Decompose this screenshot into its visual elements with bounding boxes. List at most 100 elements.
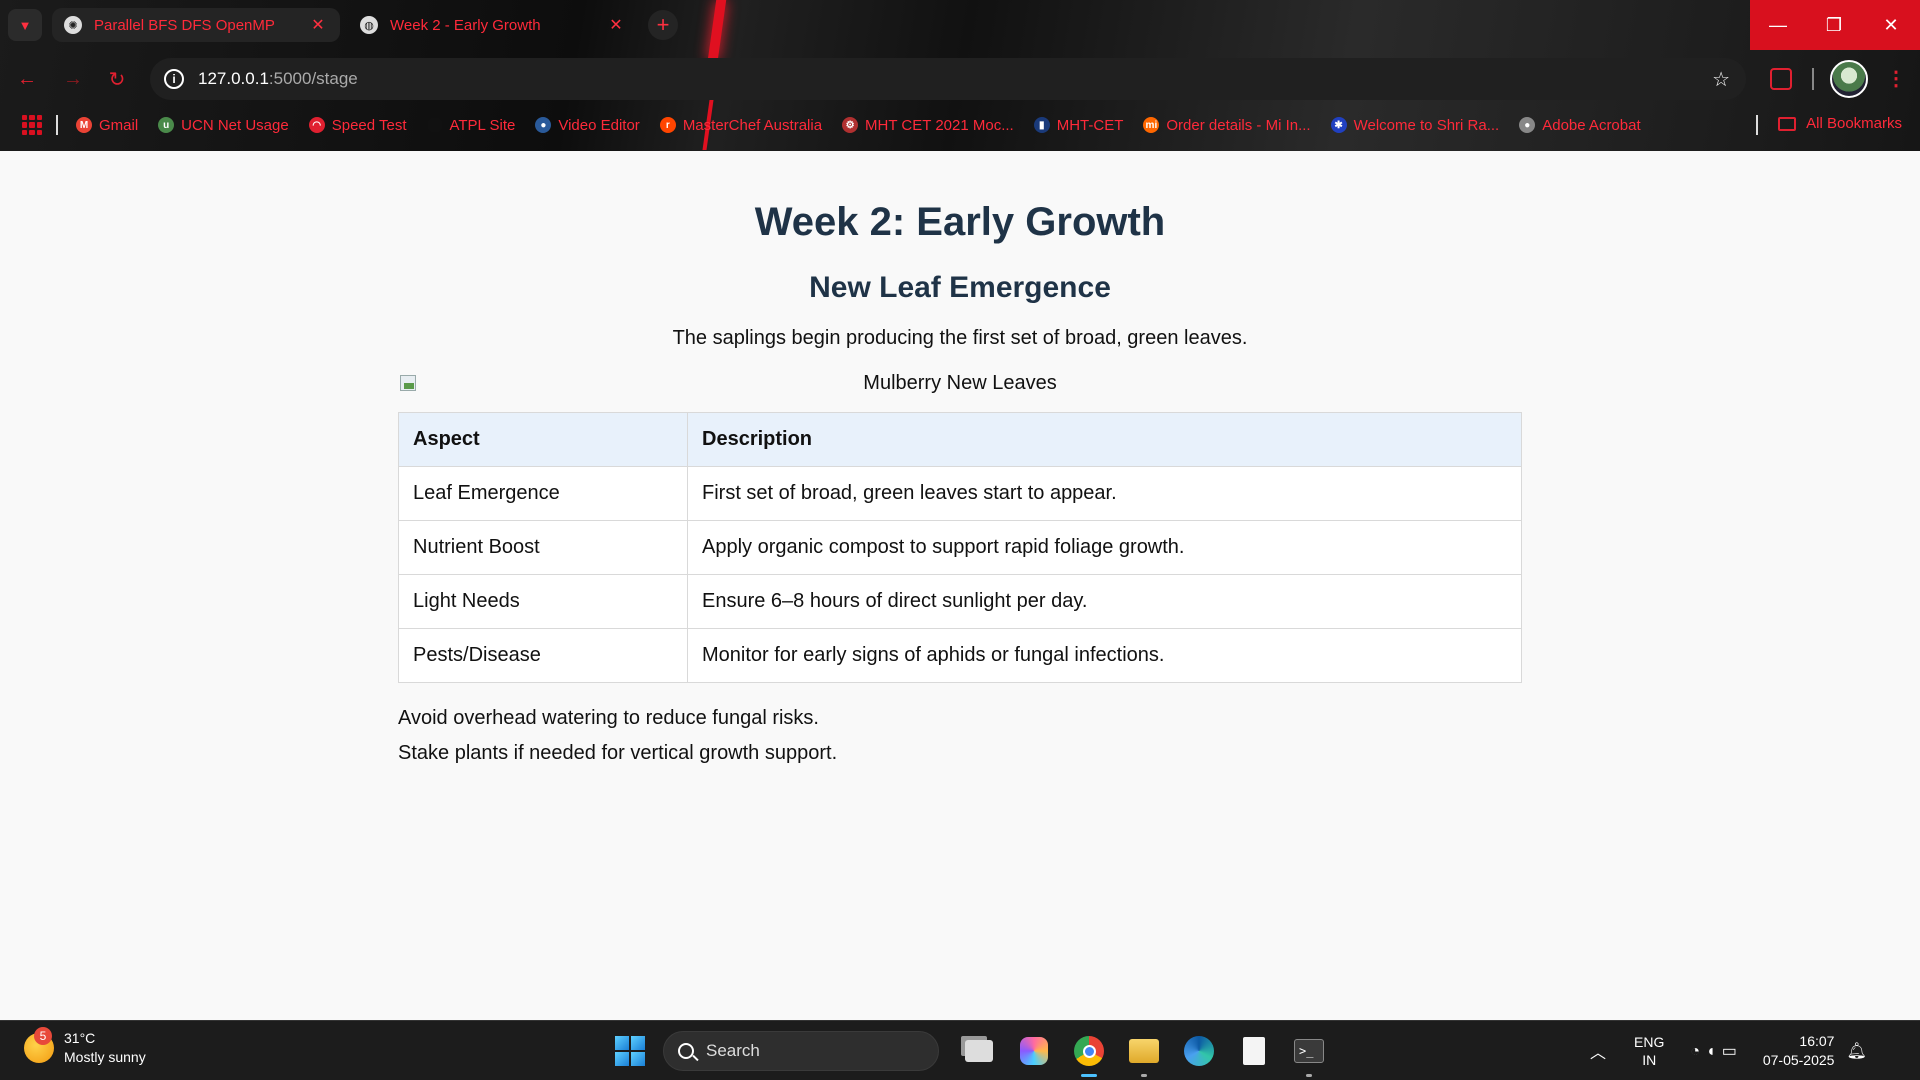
windows-taskbar: 5 31°C Mostly sunny Search >_ ︿ ENG IN ◔… — [0, 1020, 1920, 1080]
forward-button[interactable]: → — [58, 64, 88, 94]
url-path: :5000/stage — [268, 69, 358, 88]
bookmark-label: MasterChef Australia — [682, 116, 823, 134]
description-cell: Monitor for early signs of aphids or fun… — [687, 628, 1522, 683]
table-row: Light Needs Ensure 6–8 hours of direct s… — [398, 574, 1522, 629]
task-view-button[interactable] — [957, 1029, 1001, 1073]
chrome-icon — [1074, 1036, 1104, 1066]
terminal-button[interactable]: >_ — [1287, 1029, 1331, 1077]
restore-button[interactable]: ❐ — [1806, 0, 1862, 50]
bookmark-item[interactable]: mi Order details - Mi In... — [1143, 117, 1311, 134]
bookmark-item[interactable]: ⚙ MHT CET 2021 Moc... — [842, 117, 1014, 134]
divider — [1812, 68, 1814, 90]
extensions-icon[interactable] — [1770, 68, 1792, 90]
table-row: Pests/Disease Monitor for early signs of… — [398, 628, 1522, 683]
notification-badge: 5 — [34, 1027, 52, 1045]
bookmark-label: MHT CET 2021 Moc... — [865, 116, 1014, 134]
reload-icon: ↻ — [108, 68, 126, 91]
bookmark-item[interactable]: ✱ Welcome to Shri Ra... — [1330, 117, 1499, 134]
bookmark-item[interactable]: u UCN Net Usage — [158, 117, 289, 134]
bookmark-item[interactable]: r MasterChef Australia — [659, 116, 823, 134]
address-bar[interactable]: i 127.0.0.1:5000/stage ☆ — [150, 58, 1746, 100]
tab-search-button[interactable]: ▼ — [8, 9, 42, 41]
taskbar-apps: Search >_ — [608, 1029, 1342, 1077]
image-alt-text: Mulberry New Leaves — [863, 372, 1057, 394]
tab-title: Week 2 - Early Growth — [390, 16, 541, 34]
bookmark-list: M Gmail u UCN Net Usage ◠ Speed Test ATPL Site… — [76, 117, 1661, 134]
tab-close-icon[interactable]: ✕ — [606, 15, 626, 35]
page-viewport: Week 2: Early Growth New Leaf Emergence … — [0, 151, 1920, 1021]
divider — [1756, 115, 1758, 135]
chrome-taskbar-button[interactable] — [1067, 1029, 1111, 1077]
tab-close-icon[interactable]: ✕ — [308, 15, 328, 35]
language-indicator[interactable]: ENG IN — [1634, 1033, 1664, 1069]
globe-icon: ● — [1519, 117, 1536, 133]
weather-widget[interactable]: 5 31°C Mostly sunny — [24, 1027, 146, 1067]
bookmark-item[interactable]: ATPL Site — [426, 116, 516, 134]
ucn-icon: u — [158, 117, 175, 133]
taskbar-search[interactable]: Search — [663, 1031, 939, 1071]
folder-icon — [1778, 116, 1797, 131]
apps-grid-icon[interactable] — [22, 115, 42, 135]
clock[interactable]: 16:07 07-05-2025 — [1763, 1032, 1835, 1070]
divider — [56, 115, 58, 135]
close-window-button[interactable]: ✕ — [1862, 0, 1920, 50]
bookmark-item[interactable]: ● Adobe Acrobat — [1519, 117, 1641, 134]
browser-toolbar: ← → ↻ i 127.0.0.1:5000/stage ☆ ⋮ — [0, 56, 1920, 102]
bookmark-label: Gmail — [99, 116, 139, 134]
leaf-image: Mulberry New Leaves — [398, 370, 1522, 400]
minimize-button[interactable]: — — [1750, 0, 1806, 50]
tab-parallel-bfs[interactable]: ✺ Parallel BFS DFS OpenMP ✕ — [52, 8, 340, 42]
bookmark-label: Speed Test — [331, 116, 407, 134]
bookmark-item[interactable]: ▮ MHT-CET — [1033, 117, 1123, 134]
edge-button[interactable] — [1177, 1029, 1221, 1073]
wifi-icon: ◔ — [1690, 1043, 1707, 1060]
reload-button[interactable]: ↻ — [102, 64, 132, 94]
edge-icon — [1184, 1036, 1214, 1066]
chevron-up-icon[interactable]: ︿ — [1590, 1039, 1606, 1063]
notepad-button[interactable] — [1232, 1029, 1276, 1073]
video-editor-icon: ● — [535, 117, 552, 133]
tab-strip: ▼ ✺ Parallel BFS DFS OpenMP ✕ ◍ Week 2 -… — [0, 0, 1920, 50]
aspect-cell: Nutrient Boost — [398, 520, 688, 575]
profile-avatar[interactable] — [1830, 60, 1868, 98]
new-tab-button[interactable]: + — [648, 10, 678, 40]
aspect-cell: Pests/Disease — [398, 628, 688, 683]
bookmark-item[interactable]: M Gmail — [76, 117, 138, 134]
mhtcet-icon: ▮ — [1033, 117, 1050, 133]
atpl-icon — [426, 117, 443, 133]
bookmark-star-icon[interactable]: ☆ — [1712, 67, 1730, 92]
column-header: Aspect — [398, 412, 688, 467]
chevron-down-icon: ▼ — [18, 17, 32, 33]
start-button[interactable] — [608, 1029, 652, 1073]
lang-code: ENG — [1634, 1034, 1665, 1050]
notification-bell-icon[interactable]: 🔔︎ — [1846, 1041, 1866, 1061]
bookmark-label: Video Editor — [558, 116, 640, 134]
note-text: Stake plants if needed for vertical grow… — [398, 742, 838, 764]
more-menu-icon[interactable]: ⋮ — [1886, 66, 1906, 91]
site-info-icon[interactable]: i — [164, 69, 184, 89]
terminal-icon: >_ — [1294, 1039, 1324, 1063]
bookmark-item[interactable]: ◠ Speed Test — [308, 116, 407, 134]
description-cell: First set of broad, green leaves start t… — [687, 466, 1522, 521]
description-cell: Apply organic compost to support rapid f… — [687, 520, 1522, 575]
note-text: Avoid overhead watering to reduce fungal… — [398, 707, 819, 729]
tab-title: Parallel BFS DFS OpenMP — [94, 16, 275, 34]
running-indicator — [1141, 1074, 1147, 1077]
tab-week-2[interactable]: ◍ Week 2 - Early Growth ✕ — [348, 8, 638, 42]
temperature: 31°C — [64, 1030, 96, 1046]
all-bookmarks-button[interactable]: All Bookmarks — [1778, 115, 1902, 132]
arrow-left-icon: ← — [17, 67, 37, 90]
file-explorer-button[interactable] — [1122, 1029, 1166, 1077]
url-host: 127.0.0.1 — [198, 69, 269, 88]
copilot-button[interactable] — [1012, 1029, 1056, 1073]
intro-text: The saplings begin producing the first s… — [672, 327, 1248, 349]
battery-icon: ▭ — [1721, 1043, 1743, 1060]
system-tray: ︿ ENG IN ◔◖▭ 16:07 07-05-2025 🔔︎ — [1590, 1027, 1867, 1075]
speedometer-icon: ◠ — [308, 117, 325, 133]
bookmark-item[interactable]: ● Video Editor — [535, 116, 640, 134]
globe-icon: ◍ — [360, 16, 378, 34]
close-icon: ✕ — [1883, 14, 1899, 35]
back-button[interactable]: ← — [12, 64, 42, 94]
bookmark-label: ATPL Site — [449, 116, 516, 134]
network-volume-battery-icons[interactable]: ◔◖▭ — [1690, 1041, 1742, 1061]
